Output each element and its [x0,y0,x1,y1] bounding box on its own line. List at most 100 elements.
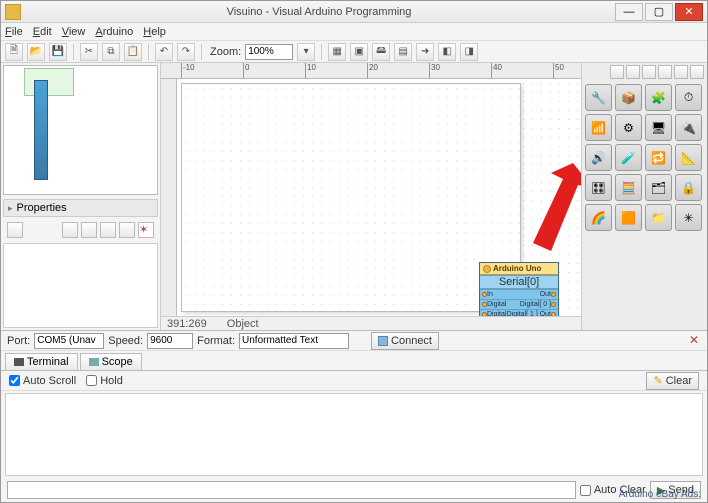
palette-item-7[interactable]: 🔌 [675,114,702,141]
palette-item-8[interactable]: 🔊 [585,144,612,171]
send-input[interactable] [7,481,576,499]
tool-e[interactable]: ◧ [438,43,456,61]
pal-t5[interactable] [674,65,688,79]
connect-button[interactable]: Connect [371,332,439,350]
tool-f[interactable]: ◨ [460,43,478,61]
app-window: Visuino - Visual Arduino Programming — ▢… [0,0,708,503]
minimize-button[interactable]: — [615,3,643,21]
prop-tool-pin[interactable]: ✶ [138,222,154,238]
prop-tool-2[interactable] [62,222,78,238]
pin-row[interactable]: DigitalDigital[ 1 ] Out [480,309,558,316]
maximize-button[interactable]: ▢ [645,3,673,21]
palette-item-17[interactable]: 🟧 [615,204,642,231]
clear-button[interactable]: ✎Clear [646,372,699,390]
menu-edit[interactable]: Edit [33,26,52,38]
menu-view[interactable]: View [62,26,86,38]
properties-grid[interactable] [3,243,158,328]
port-label: Port: [7,335,30,347]
pin-row[interactable]: DigitalDigital[ 0 ] [480,299,558,309]
menu-arduino[interactable]: Arduino [95,26,133,38]
palette-item-2[interactable]: 🧩 [645,84,672,111]
open-button[interactable]: 📂 [27,43,45,61]
ruler-tick: 10 [305,63,316,79]
port-select[interactable] [34,333,104,349]
tool-d[interactable]: ▤ [394,43,412,61]
terminal-options: Auto Scroll Hold ✎Clear [1,371,707,391]
ruler-vertical [161,79,177,316]
upload-button[interactable]: ➜ [416,43,434,61]
tool-a[interactable]: ▦ [328,43,346,61]
scope-icon [89,358,99,366]
zoom-dropdown[interactable]: ▾ [297,43,315,61]
zoom-label: Zoom: [210,46,241,58]
paste-button[interactable]: 📋 [124,43,142,61]
tab-terminal[interactable]: Terminal [5,353,78,370]
panel-close-icon[interactable]: ✕ [687,333,701,347]
tool-c[interactable]: 🖴 [372,43,390,61]
prop-tool-4[interactable] [100,222,116,238]
prop-tool-5[interactable] [119,222,135,238]
palette-item-14[interactable]: 🗂 [645,174,672,201]
prop-tool-3[interactable] [81,222,97,238]
pin-out[interactable] [551,292,556,297]
menu-help[interactable]: Help [143,26,166,38]
ruler-tick: 20 [367,63,378,79]
autoscroll-checkbox[interactable]: Auto Scroll [9,375,76,387]
close-button[interactable]: ✕ [675,3,703,21]
new-button[interactable]: 🗎 [5,43,23,61]
save-button[interactable]: 💾 [49,43,67,61]
ads-label[interactable]: Arduino eBay Ads: [619,489,701,500]
overview-preview[interactable] [3,65,158,195]
properties-header[interactable]: Properties [3,199,158,217]
palette-item-12[interactable]: 🎛 [585,174,612,201]
palette-item-10[interactable]: 🔁 [645,144,672,171]
palette-item-4[interactable]: 📶 [585,114,612,141]
speed-select[interactable] [147,333,193,349]
terminal-output[interactable] [5,393,703,476]
pin-right[interactable] [551,312,556,316]
format-select[interactable] [239,333,349,349]
serial-section[interactable]: Serial[0] [480,275,558,289]
palette-item-0[interactable]: 🔧 [585,84,612,111]
terminal-icon [14,358,24,366]
ruler-tick: 40 [491,63,502,79]
bottom-tabs: Terminal Scope [1,351,707,371]
component-header[interactable]: Arduino Uno [480,263,558,275]
hold-checkbox[interactable]: Hold [86,375,123,387]
zoom-select[interactable] [245,44,293,60]
palette-item-1[interactable]: 📦 [615,84,642,111]
copy-button[interactable]: ⧉ [102,43,120,61]
palette-item-9[interactable]: 🧪 [615,144,642,171]
menubar: File Edit View Arduino Help [1,23,707,41]
palette-item-11[interactable]: 📐 [675,144,702,171]
pal-t2[interactable] [626,65,640,79]
connection-row: Port: Speed: Format: Connect [1,331,707,351]
tab-scope[interactable]: Scope [80,353,142,370]
palette-item-5[interactable]: ⚙ [615,114,642,141]
menu-file[interactable]: File [5,26,23,38]
preview-viewport[interactable] [24,68,74,96]
palette-item-15[interactable]: 🔒 [675,174,702,201]
tool-b[interactable]: ▣ [350,43,368,61]
toolbar: 🗎 📂 💾 ✂ ⧉ 📋 ↶ ↷ Zoom: ▾ ▦ ▣ 🖴 ▤ ➜ ◧ ◨ [1,41,707,63]
palette-item-3[interactable]: ⏱ [675,84,702,111]
send-row: Auto Clear ▶Send [1,478,707,502]
pal-t4[interactable] [658,65,672,79]
palette-item-19[interactable]: ✳ [675,204,702,231]
undo-button[interactable]: ↶ [155,43,173,61]
palette-item-18[interactable]: 📁 [645,204,672,231]
pal-search-icon[interactable] [610,65,624,79]
pal-t3[interactable] [642,65,656,79]
titlebar: Visuino - Visual Arduino Programming — ▢… [1,1,707,23]
design-canvas[interactable]: Arduino Uno Serial[0] In Out DigitalDigi… [177,79,581,316]
pin-right[interactable] [551,302,556,307]
palette-item-6[interactable]: 🖥 [645,114,672,141]
arduino-component[interactable]: Arduino Uno Serial[0] In Out DigitalDigi… [479,262,559,316]
palette-item-13[interactable]: 🧮 [615,174,642,201]
prop-tool-1[interactable] [7,222,23,238]
palette-item-16[interactable]: 🌈 [585,204,612,231]
redo-button[interactable]: ↷ [177,43,195,61]
pal-t6[interactable] [690,65,704,79]
cut-button[interactable]: ✂ [80,43,98,61]
design-page[interactable] [181,83,521,312]
